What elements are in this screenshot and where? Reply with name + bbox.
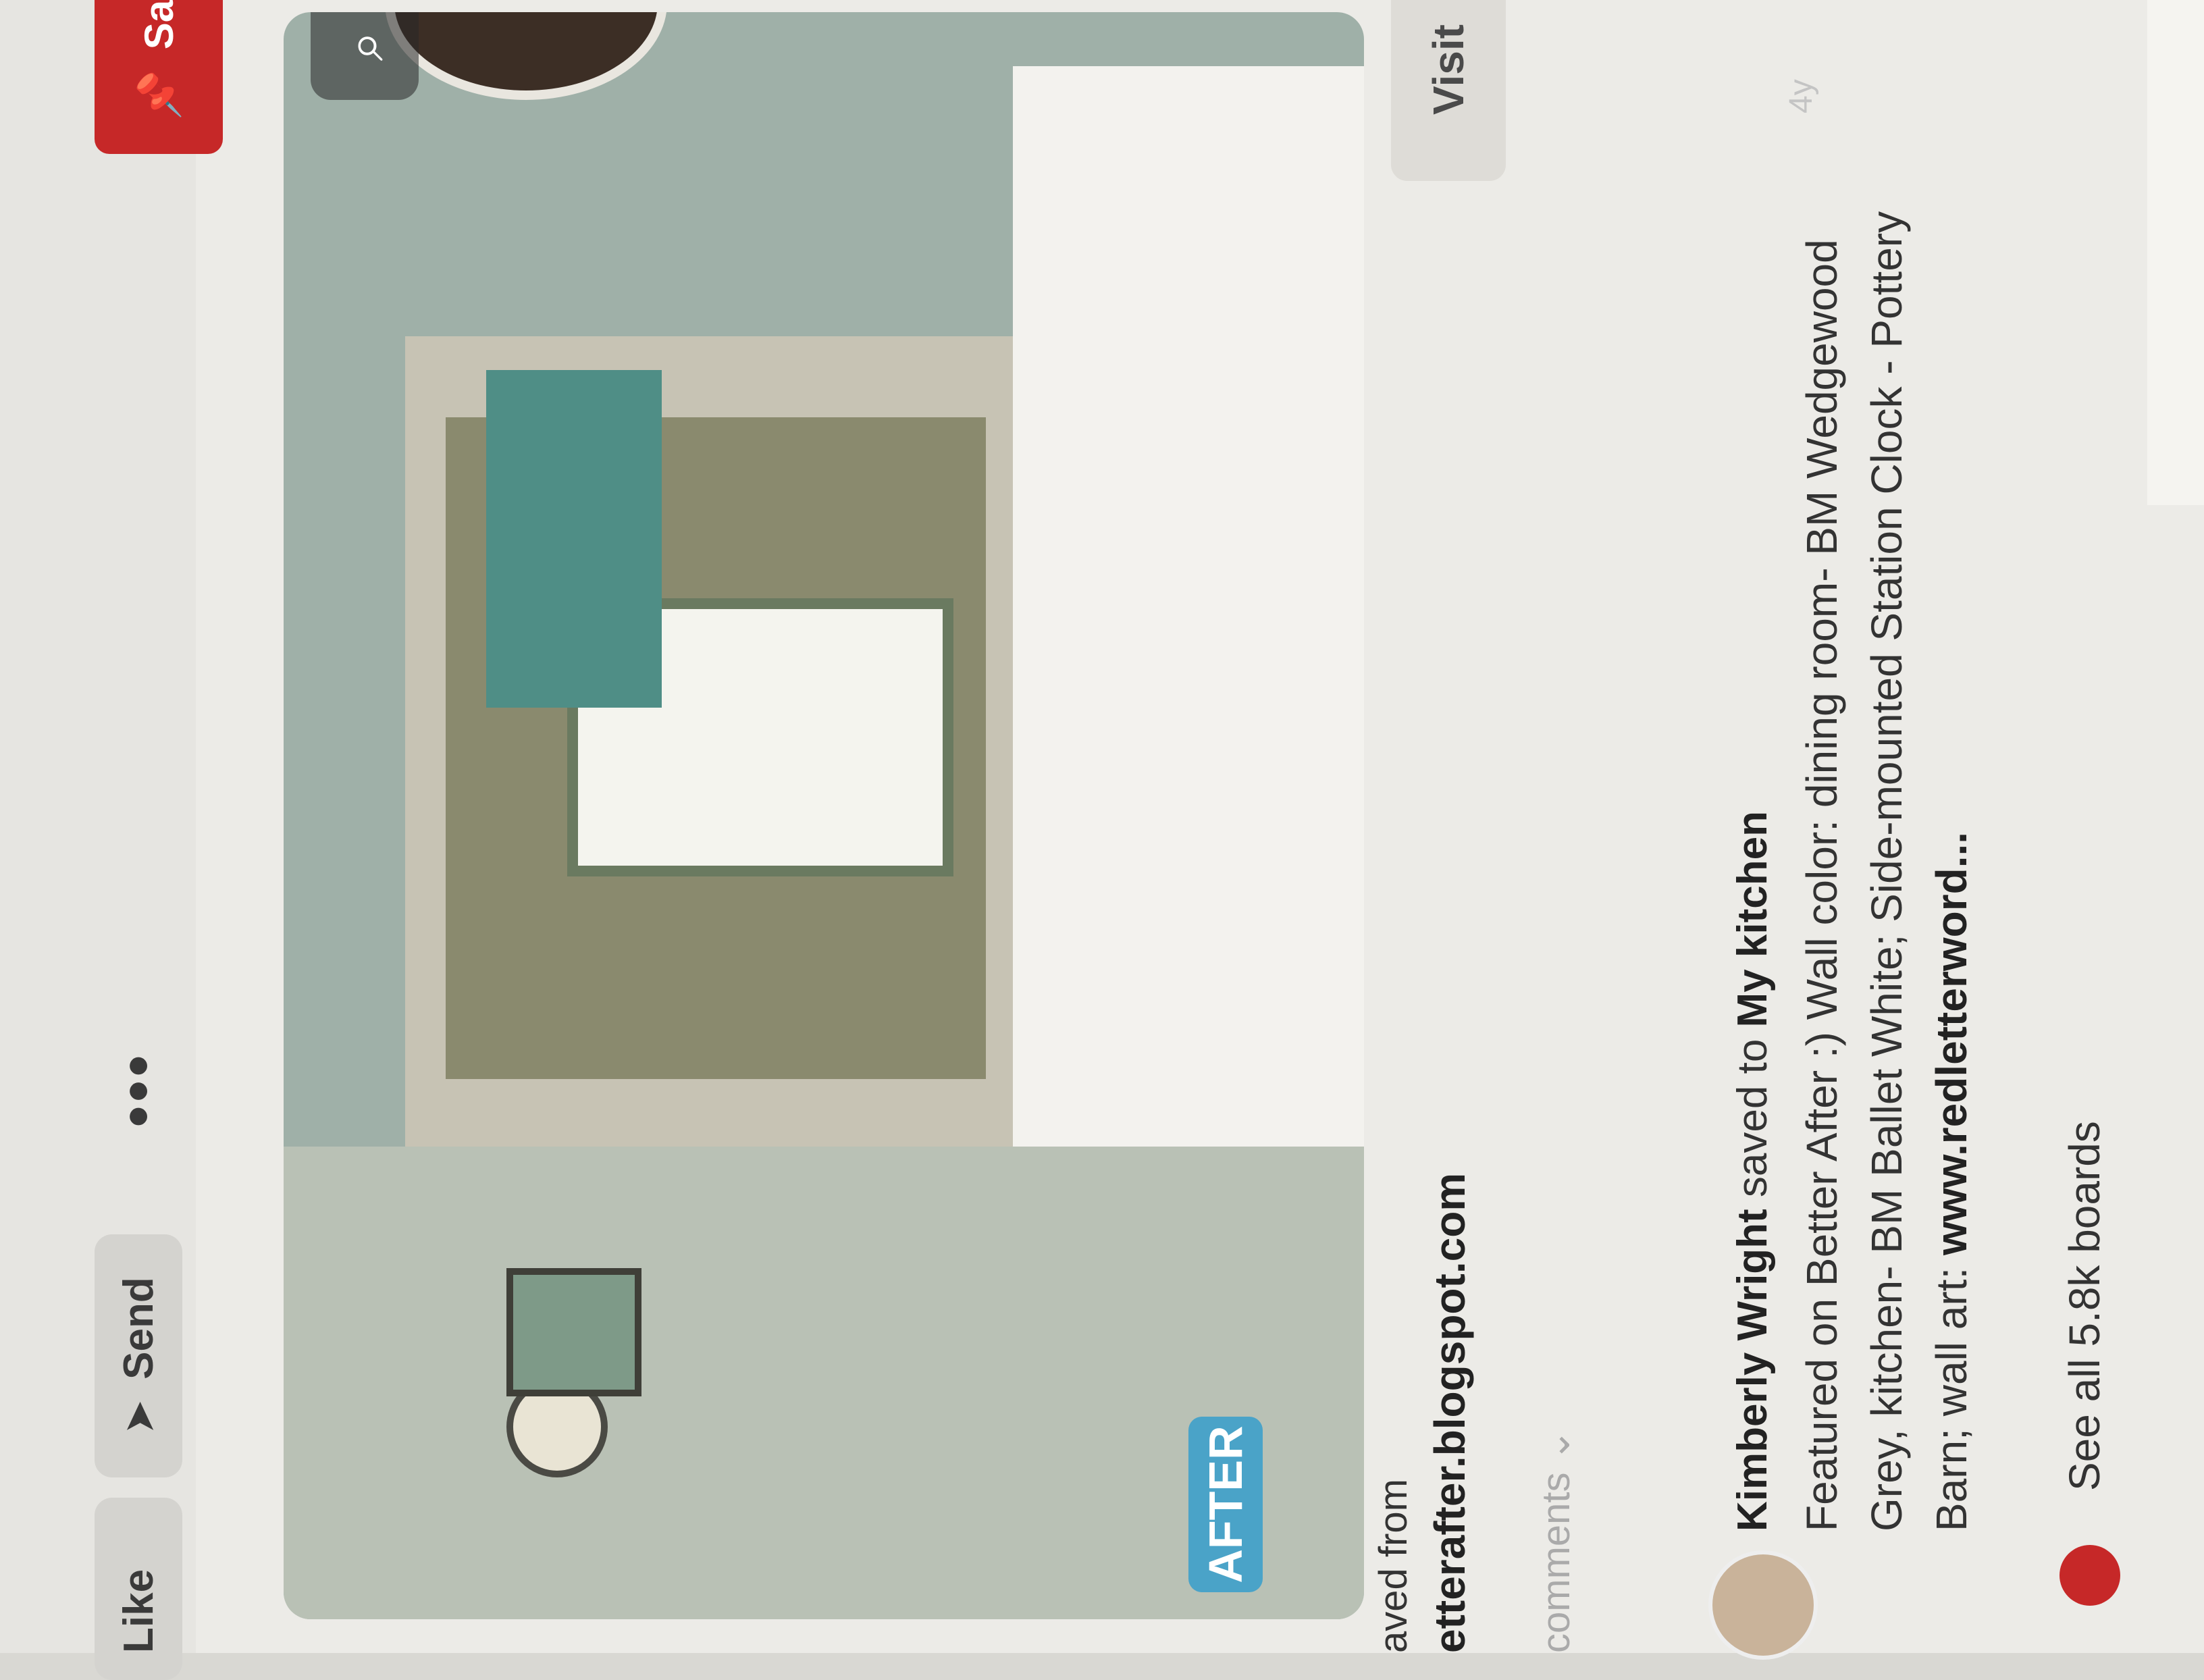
see-all-boards-link[interactable]: See all 5.8k boards	[2059, 1121, 2109, 1491]
avatar[interactable]	[1708, 1550, 1818, 1660]
after-badge: AFTER	[1188, 1417, 1263, 1592]
like-label: Like	[115, 1569, 162, 1653]
saved-to-text: saved to	[1729, 1039, 1776, 1198]
board-thumbnails[interactable]	[2147, 0, 2204, 505]
source-domain-link[interactable]: etterafter.blogspot.com	[1425, 1173, 1475, 1653]
save-label: Sa	[136, 0, 182, 50]
send-button[interactable]: ➤ Send	[95, 1234, 182, 1477]
rotated-pin-page: Like ➤ Send ••• 📌 Sa AFTER ⌕ Visit 4y av…	[0, 0, 2204, 1680]
chevron-down-icon: ⌄	[1534, 1428, 1578, 1462]
board-name-link[interactable]: My kitchen	[1729, 811, 1776, 1027]
white-wainscot	[1013, 66, 1364, 1147]
saver-line: Kimberly Wright saved to My kitchen	[1729, 811, 1777, 1531]
round-mirror-image	[385, 12, 667, 100]
user-name-link[interactable]: Kimberly Wright	[1729, 1209, 1776, 1531]
ellipsis-icon: •••	[104, 1051, 172, 1128]
teal-cabinet	[486, 370, 662, 708]
visit-button[interactable]: Visit	[1391, 0, 1506, 181]
pin-description: Featured on Better After :) Wall color: …	[1789, 181, 1984, 1531]
pin-image[interactable]: AFTER ⌕	[284, 12, 1364, 1619]
saved-from-label: aved from	[1371, 1479, 1415, 1653]
more-options-button[interactable]: •••	[101, 1039, 176, 1140]
pin-age: 4y	[1783, 79, 1819, 113]
send-label: Send	[115, 1277, 162, 1380]
pushpin-icon: 📌	[136, 70, 182, 120]
framed-art-image	[506, 1268, 641, 1396]
pin-toolbar: Like ➤ Send ••• 📌 Sa	[0, 0, 223, 1680]
paper-plane-icon: ➤	[115, 1399, 163, 1435]
comments-toggle[interactable]: comments ⌄	[1533, 1429, 1579, 1653]
save-button[interactable]: 📌 Sa	[95, 0, 223, 154]
comments-label: comments	[1534, 1472, 1578, 1653]
description-link[interactable]: www.redletterword...	[1927, 832, 1976, 1255]
visual-search-icon[interactable]: ⌕	[311, 12, 419, 100]
pushpin-icon	[2059, 1545, 2120, 1606]
